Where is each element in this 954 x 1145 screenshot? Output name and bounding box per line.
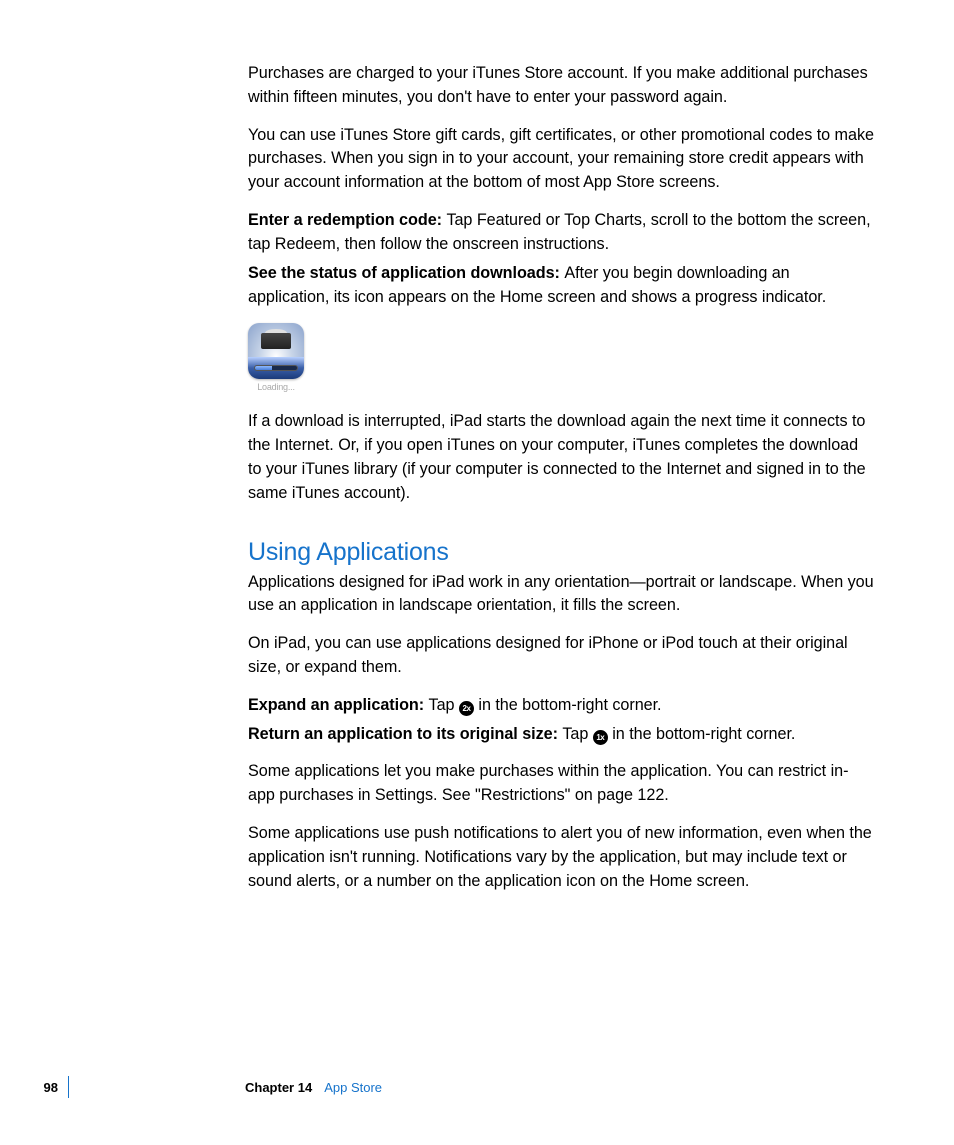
paragraph-expand: Expand an application: Tap 2x in the bot… bbox=[248, 694, 874, 718]
paragraph-purchases: Purchases are charged to your iTunes Sto… bbox=[248, 62, 874, 110]
expand-2x-icon: 2x bbox=[459, 701, 474, 716]
body-expand-b: in the bottom-right corner. bbox=[474, 696, 662, 714]
lead-expand: Expand an application: bbox=[248, 696, 429, 714]
paragraph-push-notifications: Some applications use push notifications… bbox=[248, 822, 874, 893]
page-content: Purchases are charged to your iTunes Sto… bbox=[0, 0, 954, 894]
heading-using-applications: Using Applications bbox=[248, 538, 874, 567]
app-icon-band bbox=[261, 333, 291, 349]
body-return-a: Tap bbox=[562, 725, 592, 743]
chapter-label: Chapter 14 bbox=[69, 1080, 312, 1095]
loading-app-figure: Loading... bbox=[248, 323, 874, 392]
progress-fill bbox=[255, 366, 272, 370]
paragraph-download-status: See the status of application downloads:… bbox=[248, 262, 874, 310]
chapter-title: App Store bbox=[312, 1080, 382, 1095]
paragraph-iphone-apps: On iPad, you can use applications design… bbox=[248, 632, 874, 680]
lead-return: Return an application to its original si… bbox=[248, 725, 562, 743]
page-number: 98 bbox=[0, 1080, 68, 1095]
lead-download-status: See the status of application downloads: bbox=[248, 264, 564, 282]
paragraph-return-size: Return an application to its original si… bbox=[248, 723, 874, 747]
paragraph-interrupted: If a download is interrupted, iPad start… bbox=[248, 410, 874, 505]
app-icon bbox=[248, 323, 304, 379]
loading-label: Loading... bbox=[248, 382, 304, 392]
body-expand-a: Tap bbox=[429, 696, 459, 714]
paragraph-orientation: Applications designed for iPad work in a… bbox=[248, 571, 874, 619]
lead-redemption: Enter a redemption code: bbox=[248, 211, 446, 229]
paragraph-gift-cards: You can use iTunes Store gift cards, gif… bbox=[248, 124, 874, 195]
body-return-b: in the bottom-right corner. bbox=[608, 725, 796, 743]
paragraph-in-app-purchases: Some applications let you make purchases… bbox=[248, 760, 874, 808]
page-footer: 98 Chapter 14 App Store bbox=[0, 1076, 954, 1098]
paragraph-redemption: Enter a redemption code: Tap Featured or… bbox=[248, 209, 874, 257]
shrink-1x-icon: 1x bbox=[593, 730, 608, 745]
progress-bar bbox=[254, 365, 298, 371]
